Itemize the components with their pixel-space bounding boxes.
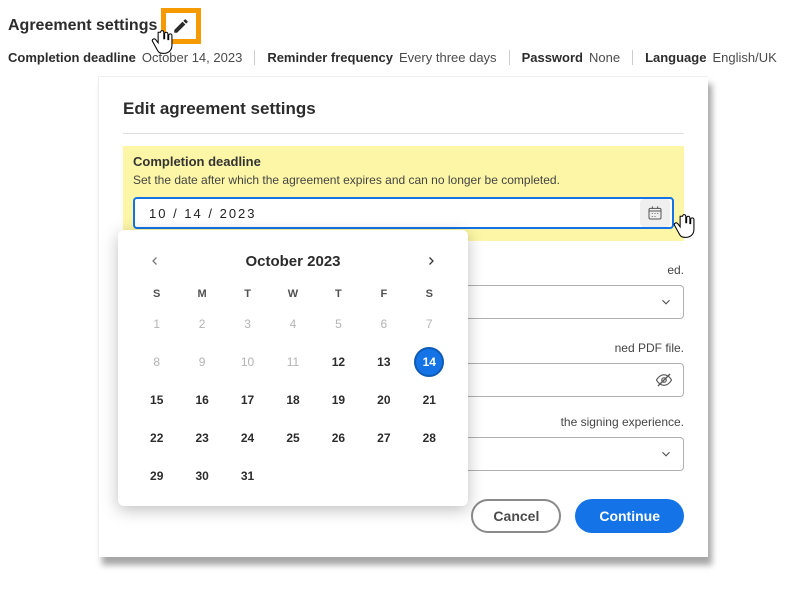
calendar-day[interactable]: 19 <box>316 390 361 410</box>
calendar-dow: S <box>407 288 452 300</box>
calendar-day[interactable]: 22 <box>134 428 179 448</box>
chevron-left-icon <box>149 254 161 268</box>
completion-deadline-section: Completion deadline Set the date after w… <box>123 146 684 241</box>
calendar-day: 6 <box>361 314 406 334</box>
calendar-day: 4 <box>270 314 315 334</box>
eye-off-icon[interactable] <box>655 371 673 389</box>
calendar-day[interactable]: 21 <box>407 390 452 410</box>
calendar-day[interactable]: 14 <box>415 348 443 376</box>
calendar-day[interactable]: 30 <box>179 466 224 486</box>
continue-button[interactable]: Continue <box>575 499 684 533</box>
calendar-day: 2 <box>179 314 224 334</box>
calendar-day[interactable]: 12 <box>316 352 361 372</box>
calendar-dow: F <box>361 288 406 300</box>
calendar-dow: S <box>134 288 179 300</box>
summary-password-value: None <box>589 50 620 65</box>
calendar-day: 5 <box>316 314 361 334</box>
calendar-month-label: October 2023 <box>245 253 340 270</box>
calendar-dow: M <box>179 288 224 300</box>
date-picker-popup: October 2023 SMTWTFS 1234567891011121314… <box>118 230 468 506</box>
next-month-button[interactable] <box>420 250 442 272</box>
dialog-title: Edit agreement settings <box>123 99 684 134</box>
summary-deadline-label: Completion deadline <box>8 50 136 65</box>
cancel-button[interactable]: Cancel <box>471 499 561 533</box>
calendar-day: 10 <box>225 352 270 372</box>
calendar-day[interactable]: 16 <box>179 390 224 410</box>
calendar-dow: W <box>270 288 315 300</box>
calendar-day: 1 <box>134 314 179 334</box>
chevron-down-icon <box>659 447 673 461</box>
deadline-date-value: 10 / 14 / 2023 <box>149 206 638 221</box>
calendar-icon <box>647 205 663 221</box>
calendar-day: 11 <box>270 352 315 372</box>
deadline-label: Completion deadline <box>133 154 674 169</box>
page-title: Agreement settings <box>8 17 157 35</box>
calendar-dow: T <box>225 288 270 300</box>
deadline-desc: Set the date after which the agreement e… <box>133 173 674 187</box>
calendar-day: 3 <box>225 314 270 334</box>
calendar-day[interactable]: 23 <box>179 428 224 448</box>
calendar-day[interactable]: 27 <box>361 428 406 448</box>
summary-language-label: Language <box>645 50 706 65</box>
calendar-day[interactable]: 28 <box>407 428 452 448</box>
cursor-hand-icon <box>150 28 176 56</box>
summary-password-label: Password <box>522 50 583 65</box>
chevron-down-icon <box>659 295 673 309</box>
calendar-day[interactable]: 18 <box>270 390 315 410</box>
calendar-day: 7 <box>407 314 452 334</box>
calendar-day[interactable]: 13 <box>361 352 406 372</box>
calendar-day[interactable]: 29 <box>134 466 179 486</box>
date-picker-button[interactable] <box>640 199 670 227</box>
calendar-day: 8 <box>134 352 179 372</box>
cursor-hand-icon <box>672 212 698 240</box>
calendar-dow: T <box>316 288 361 300</box>
calendar-day[interactable]: 15 <box>134 390 179 410</box>
summary-bar: Completion deadline October 14, 2023 Rem… <box>8 50 794 65</box>
calendar-day[interactable]: 17 <box>225 390 270 410</box>
prev-month-button[interactable] <box>144 250 166 272</box>
summary-reminder-label: Reminder frequency <box>267 50 393 65</box>
calendar-day[interactable]: 26 <box>316 428 361 448</box>
summary-language-value: English/UK <box>712 50 776 65</box>
deadline-date-input[interactable]: 10 / 14 / 2023 <box>133 197 674 229</box>
calendar-day[interactable]: 31 <box>225 466 270 486</box>
calendar-day: 9 <box>179 352 224 372</box>
calendar-day[interactable]: 24 <box>225 428 270 448</box>
calendar-day[interactable]: 20 <box>361 390 406 410</box>
summary-reminder-value: Every three days <box>399 50 497 65</box>
chevron-right-icon <box>425 254 437 268</box>
calendar-day[interactable]: 25 <box>270 428 315 448</box>
